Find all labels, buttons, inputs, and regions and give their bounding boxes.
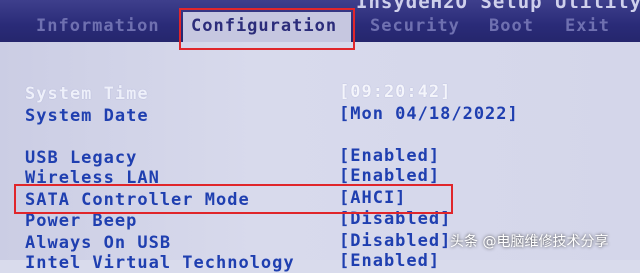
tab-exit[interactable]: Exit: [565, 16, 610, 36]
setting-label-power-beep: Power Beep: [25, 211, 138, 231]
setting-label-system-date: System Date: [25, 106, 149, 126]
setting-label-system-time: System Time: [25, 84, 149, 104]
setting-value-wireless-lan[interactable]: [Enabled]: [339, 166, 440, 186]
setting-value-system-time[interactable]: [09:20:42]: [339, 82, 451, 102]
highlight-box-configuration-tab: [179, 8, 355, 50]
tab-information[interactable]: Information: [36, 16, 160, 36]
tab-boot[interactable]: Boot: [489, 16, 534, 36]
setting-label-intel-virtual-technology: Intel Virtual Technology: [25, 253, 295, 273]
bios-vendor-title: InsydeH2O Setup Utility: [356, 0, 640, 13]
setting-label-usb-legacy: USB Legacy: [25, 148, 138, 168]
watermark-text: 头条 @电脑维修技术分享: [450, 234, 609, 250]
setting-value-always-on-usb[interactable]: [Disabled]: [339, 231, 451, 251]
setting-value-system-date[interactable]: [Mon 04/18/2022]: [339, 104, 519, 124]
setting-value-intel-virtual-technology[interactable]: [Enabled]: [339, 251, 440, 271]
setting-value-usb-legacy[interactable]: [Enabled]: [339, 146, 440, 166]
setting-label-always-on-usb: Always On USB: [25, 233, 172, 253]
highlight-box-sata-mode: [14, 184, 453, 214]
tab-security[interactable]: Security: [370, 16, 460, 36]
